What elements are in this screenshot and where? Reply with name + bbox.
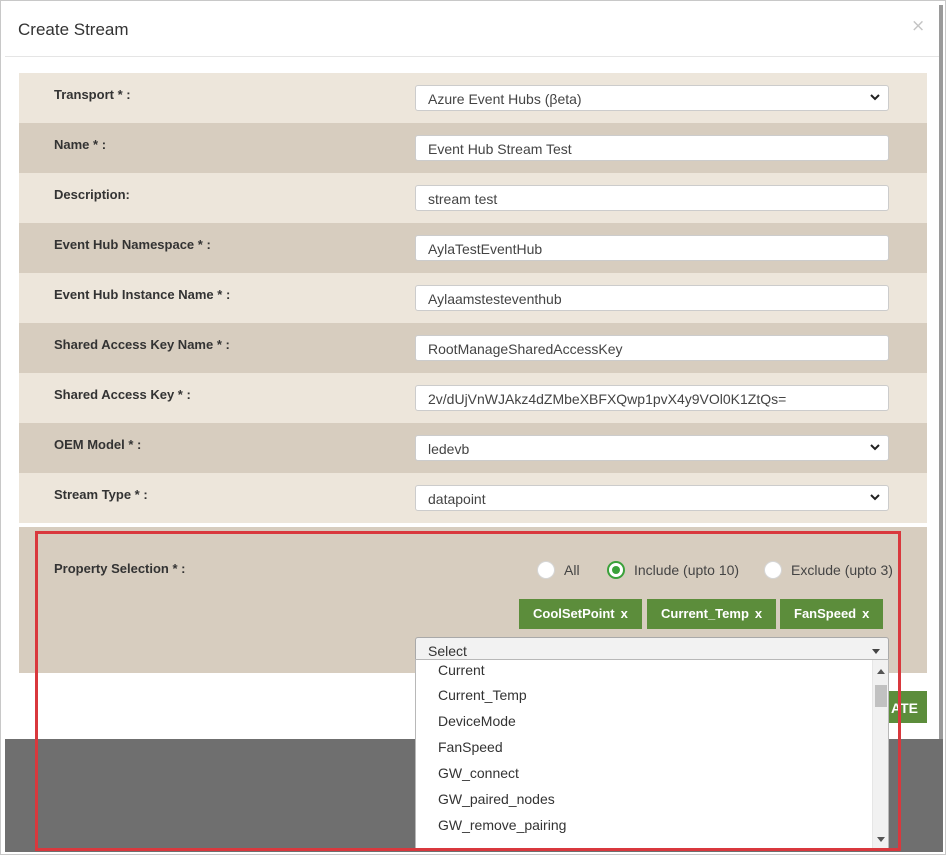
property-selection-row: Property Selection * : All Include (upto… [19, 527, 927, 673]
screenshot-frame: Create Stream × Transport * : Azure Even… [0, 0, 946, 855]
instance-row: Event Hub Instance Name * : Aylaamsteste… [19, 273, 927, 323]
list-scrollbar[interactable] [872, 660, 888, 848]
radio-exclude-label: Exclude (upto 3) [791, 562, 893, 578]
stream-type-row: Stream Type * : datapoint [19, 473, 927, 523]
create-stream-modal: Create Stream × Transport * : Azure Even… [5, 5, 939, 739]
description-label: Description: [54, 187, 130, 202]
tag-remove-icon[interactable]: x [862, 606, 869, 621]
radio-exclude-circle[interactable] [764, 561, 782, 579]
tag-remove-icon[interactable]: x [621, 606, 628, 621]
option-current[interactable]: Current [438, 662, 485, 678]
modal-shadow [939, 5, 943, 739]
key-name-row: Shared Access Key Name * : RootManageSha… [19, 323, 927, 373]
tag-label: Current_Temp [661, 606, 749, 621]
option-devicemode[interactable]: DeviceMode [438, 713, 516, 729]
name-label: Name * : [54, 137, 107, 152]
chevron-down-icon [870, 494, 880, 501]
scroll-up-icon[interactable] [877, 669, 885, 674]
chevron-down-icon [870, 94, 880, 101]
tag-label: FanSpeed [794, 606, 857, 621]
property-options-list: Current Current_Temp DeviceMode FanSpeed… [415, 659, 889, 849]
oem-model-row: OEM Model * : ledevb [19, 423, 927, 473]
namespace-input[interactable]: AylaTestEventHub [415, 235, 889, 261]
name-row: Name * : Event Hub Stream Test [19, 123, 927, 173]
stream-type-select[interactable]: datapoint [415, 485, 889, 511]
property-mode-radios: All Include (upto 10) Exclude (upto 3) [537, 560, 897, 582]
tag-label: CoolSetPoint [533, 606, 615, 621]
key-name-label: Shared Access Key Name * : [54, 337, 230, 352]
tag-current-temp: Current_Temp x [647, 599, 777, 629]
namespace-row: Event Hub Namespace * : AylaTestEventHub [19, 223, 927, 273]
description-row: Description: stream test [19, 173, 927, 223]
transport-select[interactable]: Azure Event Hubs (βeta) [415, 85, 889, 111]
tag-coolsetpoint: CoolSetPoint x [519, 599, 642, 629]
option-gw-connect[interactable]: GW_connect [438, 765, 519, 781]
tag-remove-icon[interactable]: x [755, 606, 762, 621]
property-selection-label: Property Selection * : [54, 561, 186, 576]
property-select-value: Select [428, 643, 467, 659]
radio-all-circle[interactable] [537, 561, 555, 579]
radio-all-label: All [564, 562, 580, 578]
option-current-temp[interactable]: Current_Temp [438, 687, 527, 703]
radio-include-label: Include (upto 10) [634, 562, 740, 578]
transport-value: Azure Event Hubs (βeta) [428, 91, 582, 107]
chevron-down-icon [870, 444, 880, 451]
oem-model-value: ledevb [428, 441, 470, 457]
name-input[interactable]: Event Hub Stream Test [415, 135, 889, 161]
key-input[interactable]: 2v/dUjVnWJAkz4dZMbeXBFXQwp1pvX4y9VOl0K1Z… [415, 385, 889, 411]
instance-input[interactable]: Aylaamstesteventhub [415, 285, 889, 311]
stream-type-value: datapoint [428, 491, 486, 507]
transport-row: Transport * : Azure Event Hubs (βeta) [19, 73, 927, 123]
oem-model-label: OEM Model * : [54, 437, 142, 452]
scroll-down-icon[interactable] [877, 837, 885, 842]
key-label: Shared Access Key * : [54, 387, 191, 402]
caret-down-icon [872, 649, 880, 654]
scroll-thumb[interactable] [875, 685, 887, 707]
modal-title: Create Stream [18, 20, 129, 39]
modal-header: Create Stream × [5, 5, 939, 57]
radio-include-circle[interactable] [607, 561, 625, 579]
selected-property-tags: CoolSetPoint x Current_Temp x FanSpeed x [519, 599, 899, 631]
oem-model-select[interactable]: ledevb [415, 435, 889, 461]
key-name-input[interactable]: RootManageSharedAccessKey [415, 335, 889, 361]
key-row: Shared Access Key * : 2v/dUjVnWJAkz4dZMb… [19, 373, 927, 423]
option-gw-paired-nodes[interactable]: GW_paired_nodes [438, 791, 555, 807]
option-gw-remove-pairing[interactable]: GW_remove_pairing [438, 817, 566, 833]
description-input[interactable]: stream test [415, 185, 889, 211]
tag-fanspeed: FanSpeed x [780, 599, 884, 629]
close-icon[interactable]: × [911, 16, 925, 36]
stream-type-label: Stream Type * : [54, 487, 148, 502]
transport-label: Transport * : [54, 87, 131, 102]
namespace-label: Event Hub Namespace * : [54, 237, 211, 252]
instance-label: Event Hub Instance Name * : [54, 287, 231, 302]
option-fanspeed[interactable]: FanSpeed [438, 739, 503, 755]
